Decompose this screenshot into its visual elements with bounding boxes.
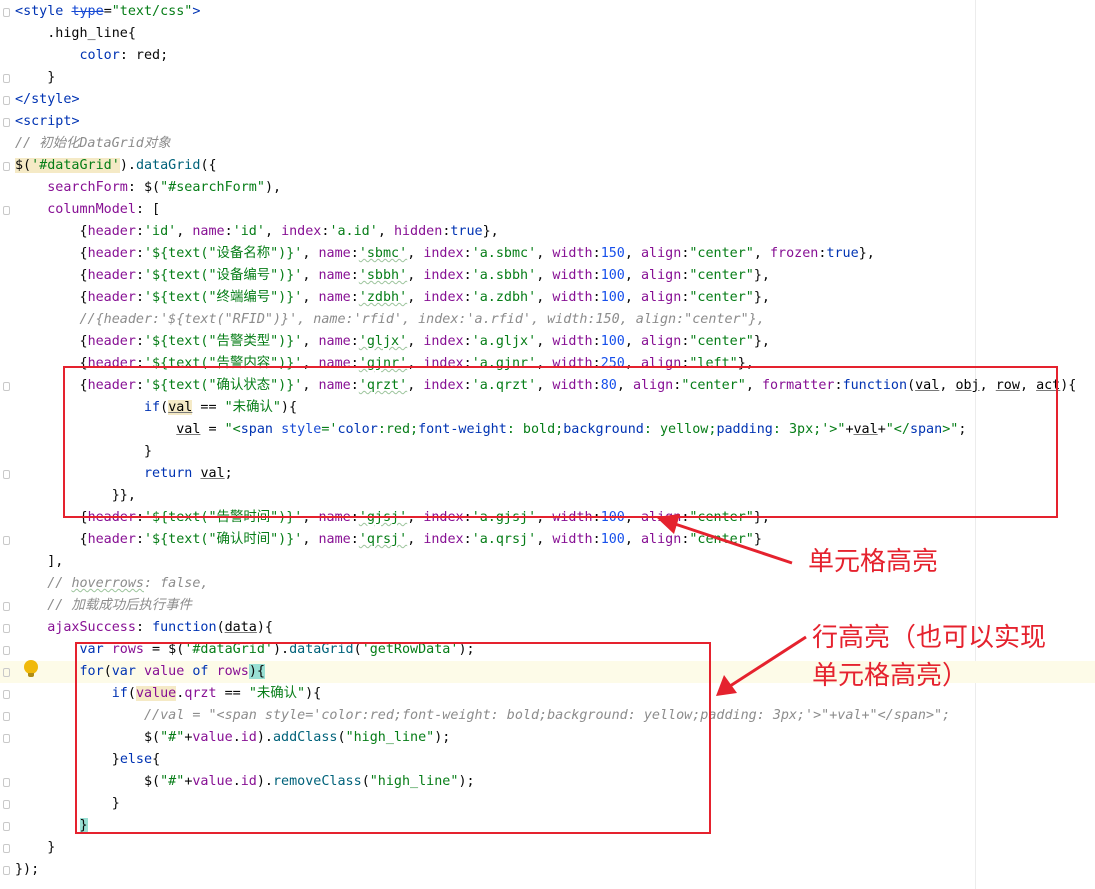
annotation-arrows <box>656 514 807 696</box>
cell-highlight-note: 单元格高亮 <box>808 547 939 577</box>
row-highlight-note-line2: 单元格高亮） <box>812 661 969 691</box>
cell-highlight-arrow <box>656 514 793 565</box>
row-highlight-note-line1: 行高亮（也可以实现 <box>812 623 1047 653</box>
code-editor[interactable]: <style type="text/css"> .high_line{ colo… <box>0 0 1095 889</box>
row-highlight-arrow <box>716 635 807 696</box>
